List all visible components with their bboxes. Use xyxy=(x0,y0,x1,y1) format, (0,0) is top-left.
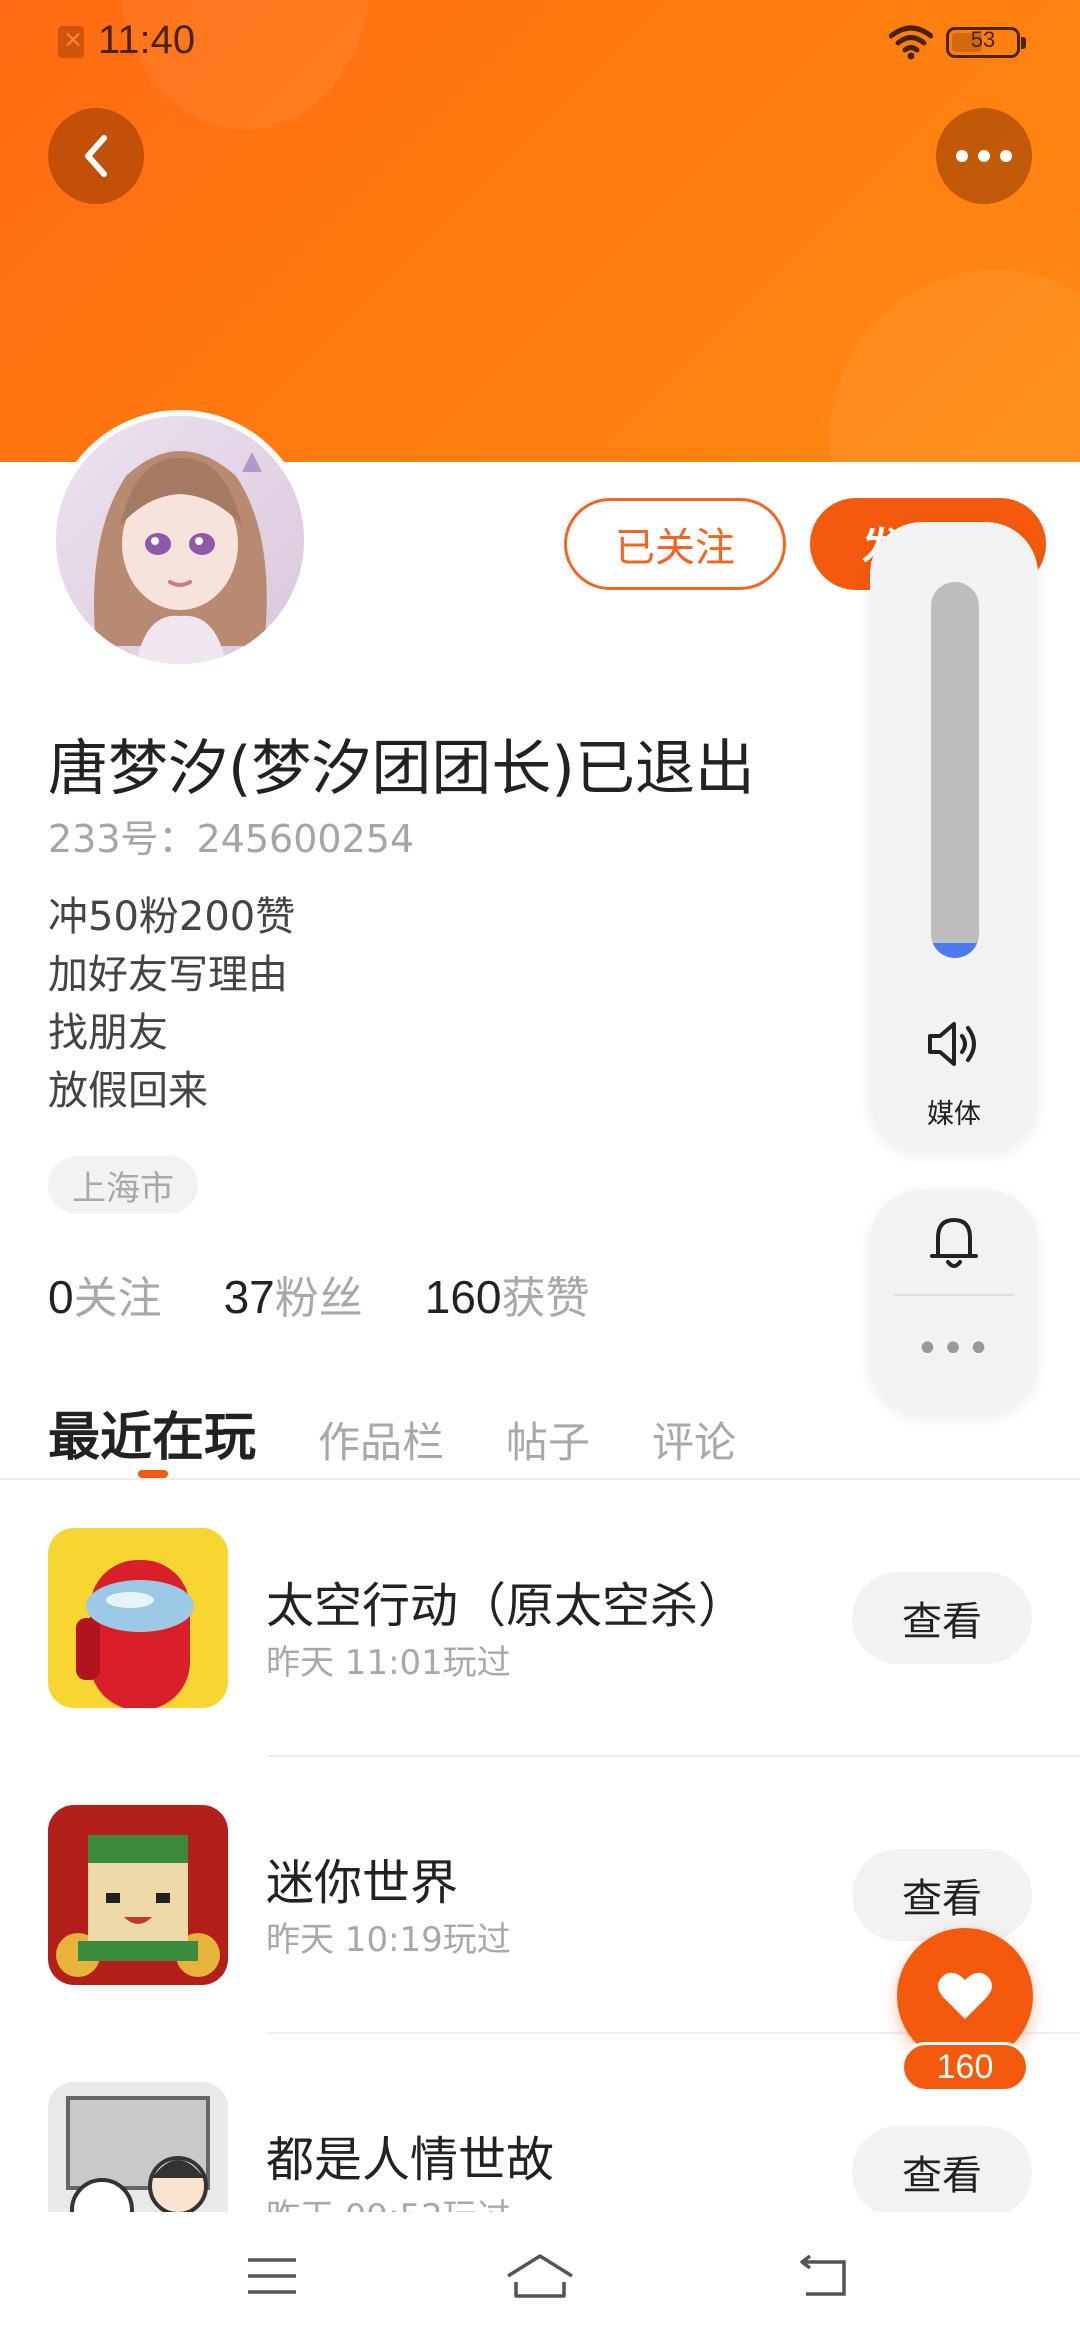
battery-icon: 53 xyxy=(946,27,1026,58)
game-icon xyxy=(48,1805,228,1985)
status-time: 11:40 xyxy=(98,18,196,62)
last-played-time: 昨天 10:19玩过 xyxy=(266,1920,511,1960)
status-bar: 11:40 53 xyxy=(0,0,1080,86)
speaker-icon[interactable] xyxy=(924,1018,984,1070)
stat-label: 粉丝 xyxy=(274,1273,363,1324)
stat-number: 37 xyxy=(223,1271,275,1323)
divider xyxy=(894,1294,1014,1296)
bio-line: 加好友写理由 xyxy=(48,952,288,998)
profile-stats: 0关注 37粉丝 160获赞 xyxy=(48,1262,590,1326)
system-nav-bar xyxy=(0,2212,1080,2340)
home-icon xyxy=(507,2254,573,2298)
media-label: 媒体 xyxy=(927,1099,981,1130)
game-title: 迷你世界 xyxy=(266,1855,459,1911)
tab-works[interactable]: 作品栏 xyxy=(318,1409,444,1480)
bell-icon[interactable] xyxy=(928,1212,980,1272)
stat-number: 0 xyxy=(48,1271,74,1323)
game-icon xyxy=(48,1528,228,1708)
profile-tabs: 最近在玩 作品栏 帖子 评论 xyxy=(48,1380,736,1480)
game-icon xyxy=(48,2082,228,2212)
crewmate-game-icon xyxy=(48,1528,228,1708)
profile-banner: 11:40 53 xyxy=(0,0,1080,462)
avatar[interactable] xyxy=(50,410,310,670)
back-icon xyxy=(800,2254,846,2296)
sim-missing-icon xyxy=(58,25,84,58)
tab-comments[interactable]: 评论 xyxy=(652,1409,736,1480)
stat-label: 关注 xyxy=(73,1273,162,1324)
tab-posts[interactable]: 帖子 xyxy=(506,1409,590,1480)
game-title: 太空行动（原太空杀） xyxy=(266,1578,747,1634)
username: 唐梦汐(梦汐团团长)已退出 xyxy=(48,734,755,804)
nav-menu-button[interactable] xyxy=(232,2240,312,2312)
view-button[interactable]: 查看 xyxy=(852,1849,1032,1941)
last-played-time: 昨天 11:01玩过 xyxy=(266,1643,511,1683)
back-button[interactable] xyxy=(48,108,144,204)
more-options-button[interactable] xyxy=(936,108,1032,204)
nav-back-button[interactable] xyxy=(784,2240,864,2312)
tab-recently-played[interactable]: 最近在玩 xyxy=(48,1395,256,1480)
banner-decoration xyxy=(830,270,1080,462)
heart-icon xyxy=(938,1972,992,2019)
avatar-illustration xyxy=(56,416,304,664)
more-horizontal-icon xyxy=(956,150,1012,162)
active-tab-indicator xyxy=(138,1470,168,1478)
media-volume-slider[interactable] xyxy=(931,582,979,958)
wifi-icon xyxy=(889,25,933,60)
bio-line: 放假回来 xyxy=(48,1068,208,1114)
stat-label: 获赞 xyxy=(501,1273,590,1324)
view-button[interactable]: 查看 xyxy=(852,1572,1032,1664)
likes-received-count: 160获赞 xyxy=(425,1262,590,1326)
followers-count[interactable]: 37粉丝 xyxy=(224,1262,363,1326)
list-item[interactable]: 太空行动（原太空杀） 昨天 11:01玩过 查看 xyxy=(0,1480,1080,1757)
menu-icon xyxy=(248,2258,296,2294)
view-button[interactable]: 查看 xyxy=(852,2126,1032,2212)
mini-world-game-icon xyxy=(48,1805,228,1985)
bio: 冲50粉200赞 加好友写理由 找朋友 放假回来 xyxy=(48,888,295,1120)
stat-number: 160 xyxy=(424,1271,502,1323)
nav-home-button[interactable] xyxy=(500,2240,580,2312)
following-count[interactable]: 0关注 xyxy=(48,1262,162,1326)
more-dots-icon[interactable]: ••• xyxy=(870,1326,1038,1372)
battery-level: 53 xyxy=(970,27,996,52)
bio-line: 找朋友 xyxy=(48,1010,168,1056)
last-played-time: 昨天 09:52玩过 xyxy=(266,2189,511,2212)
user-id: 233号：245600254 xyxy=(48,817,415,861)
followed-button[interactable]: 已关注 xyxy=(564,498,786,590)
like-count-badge: 160 xyxy=(901,2042,1029,2092)
bio-line: 冲50粉200赞 xyxy=(48,894,296,940)
location-tag: 上海市 xyxy=(48,1156,198,1214)
volume-level-fill xyxy=(931,942,979,958)
social-game-icon xyxy=(48,2082,228,2212)
game-title: 都是人情世故 xyxy=(266,2132,555,2188)
volume-panel: 媒体 xyxy=(870,522,1038,1152)
chevron-left-icon xyxy=(85,135,107,177)
ring-mode-panel: ••• xyxy=(870,1190,1038,1414)
